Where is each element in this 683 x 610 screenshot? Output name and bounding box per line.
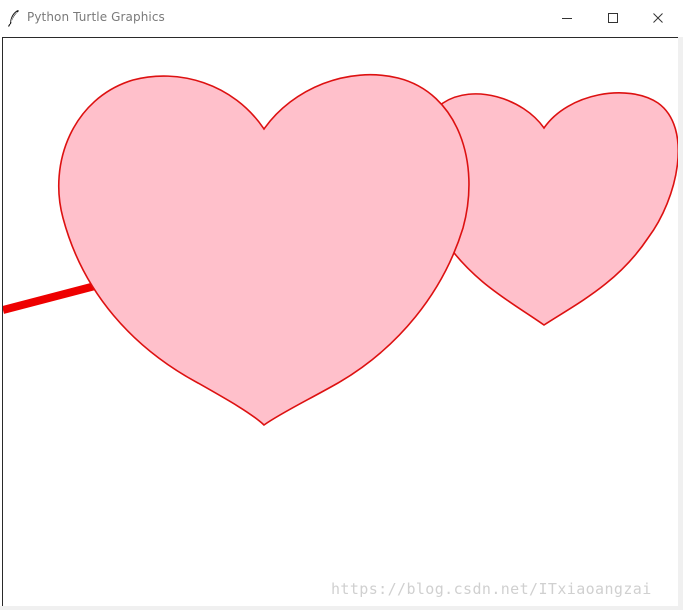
maximize-icon — [608, 13, 618, 23]
big-heart — [58, 74, 470, 427]
horizontal-scrollbar[interactable] — [0, 606, 683, 610]
turtle-window: Python Turtle Graphics https://blog.csdn… — [0, 0, 683, 610]
minimize-icon — [562, 18, 572, 19]
title-bar[interactable]: Python Turtle Graphics — [0, 0, 683, 36]
vertical-scrollbar[interactable] — [678, 37, 683, 610]
watermark-text: https://blog.csdn.net/ITxiaoangzai — [331, 580, 652, 598]
window-title: Python Turtle Graphics — [27, 10, 165, 24]
close-icon — [653, 13, 663, 23]
minimize-button[interactable] — [544, 0, 590, 36]
turtle-canvas[interactable] — [2, 37, 678, 607]
maximize-button[interactable] — [590, 0, 636, 36]
arrow-shaft — [3, 282, 97, 314]
close-button[interactable] — [635, 0, 681, 36]
drawing-surface — [3, 74, 678, 427]
feather-icon — [7, 10, 19, 27]
